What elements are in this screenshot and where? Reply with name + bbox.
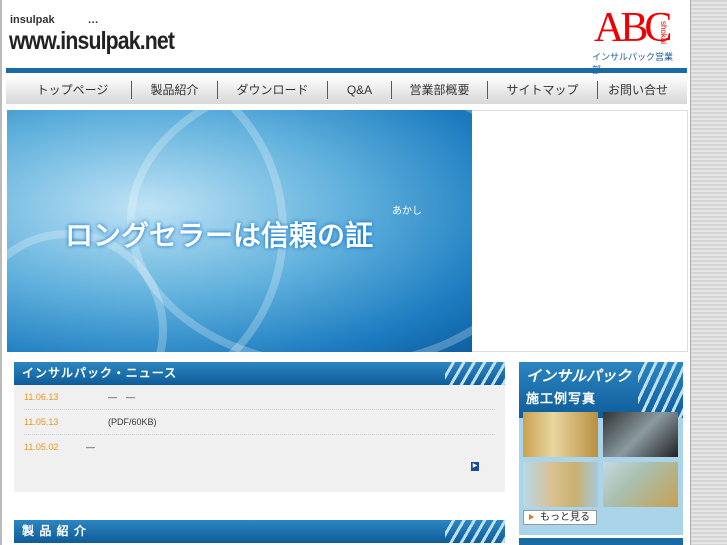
- news-date: 11.05.02: [24, 442, 59, 452]
- logo-shokai: shokai: [659, 20, 669, 45]
- site-url[interactable]: www.insulpak.net: [9, 27, 175, 56]
- banner-ruby: あかし: [392, 206, 422, 217]
- photo-thumb[interactable]: [603, 462, 678, 507]
- news-header: インサルパック・ニュース: [14, 362, 505, 385]
- construction-photos-panel: インサルパック 施工例写真 もっと見る: [519, 362, 683, 535]
- news-date: 11.05.13: [24, 417, 59, 427]
- news-date: 11.06.13: [24, 392, 59, 402]
- products-title: 製 品 紹 介: [22, 524, 88, 538]
- products-header: 製 品 紹 介: [14, 520, 505, 543]
- abc-logo[interactable]: ABC shokai インサルパック営業部: [590, 5, 680, 75]
- banner-side-area: [472, 110, 688, 352]
- news-more-arrow-icon[interactable]: ▶: [471, 462, 479, 471]
- next-panel-header: [519, 538, 683, 545]
- nav-contact[interactable]: お問い合せ: [598, 81, 678, 99]
- page-border: [0, 0, 2, 545]
- photos-header[interactable]: インサルパック 施工例写真: [519, 362, 683, 418]
- photos-title: 施工例写真: [526, 391, 597, 406]
- logo-text: ABC: [594, 5, 672, 51]
- main-nav: トップページ 製品紹介 ダウンロード Q&A 営業部概要 サイトマップ お問い合…: [6, 76, 687, 104]
- nav-about[interactable]: 営業部概要: [392, 81, 488, 99]
- header-divider: [6, 68, 687, 73]
- nav-qa[interactable]: Q&A: [328, 81, 392, 99]
- nav-download[interactable]: ダウンロード: [218, 81, 328, 99]
- photo-thumb[interactable]: [603, 412, 678, 457]
- photo-thumb[interactable]: [523, 462, 598, 507]
- nav-top[interactable]: トップページ: [14, 81, 132, 99]
- news-item[interactable]: 11.05.13 (PDF/60KB): [24, 410, 495, 435]
- news-panel: インサルパック・ニュース 11.06.13 ― ― 11.05.13 (PDF/60…: [14, 362, 505, 492]
- news-item[interactable]: 11.05.02 ―: [24, 435, 495, 460]
- news-text[interactable]: ―: [86, 435, 95, 460]
- news-text[interactable]: (PDF/60KB): [108, 410, 157, 435]
- banner-text: ロングセラーは信頼の証: [65, 220, 374, 251]
- news-title: インサルパック・ニュース: [22, 366, 178, 380]
- news-item[interactable]: 11.06.13 ― ―: [24, 385, 495, 410]
- products-panel: 製 品 紹 介: [14, 520, 505, 545]
- nav-products[interactable]: 製品紹介: [132, 81, 218, 99]
- tagline: insulpak …: [10, 14, 99, 26]
- nav-sitemap[interactable]: サイトマップ: [488, 81, 598, 99]
- hero-banner: あかし ロングセラーは信頼の証: [7, 110, 472, 352]
- photo-thumb[interactable]: [523, 412, 598, 457]
- background-strip: [690, 0, 727, 545]
- news-text[interactable]: ― ―: [108, 385, 135, 410]
- more-photos-button[interactable]: もっと見る: [523, 510, 597, 525]
- photos-brand: インサルパック: [526, 368, 632, 385]
